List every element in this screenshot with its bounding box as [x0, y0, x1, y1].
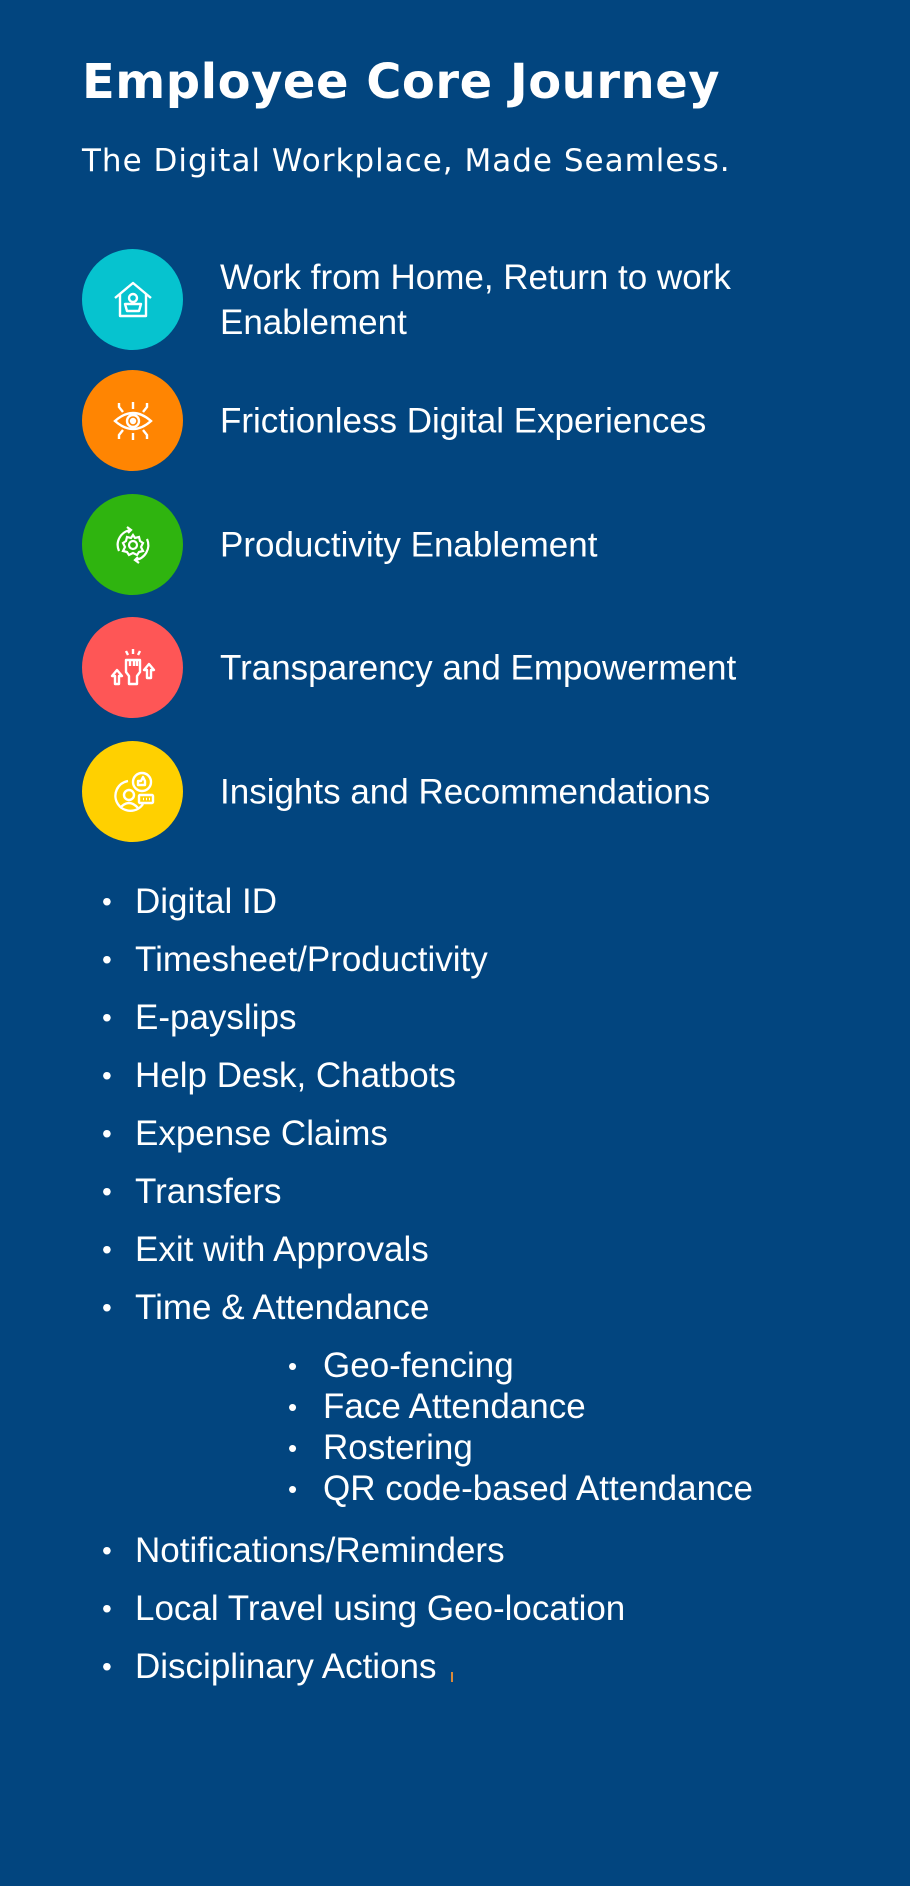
home-worker-icon [82, 249, 183, 350]
text-cursor-artifact [451, 1672, 453, 1682]
bullet-icon: • [102, 944, 112, 975]
list-item: • Exit with Approvals [102, 1230, 429, 1270]
sub-list-item: • Face Attendance [288, 1387, 586, 1427]
list-item-label: Notifications/Reminders [135, 1531, 505, 1570]
list-item: • Transfers [102, 1172, 282, 1212]
feature-item: Work from Home, Return to work Enablemen… [82, 249, 882, 350]
list-item-label: Local Travel using Geo-location [135, 1589, 626, 1628]
raised-fist-icon [82, 617, 183, 718]
sub-list-item: • QR code-based Attendance [288, 1469, 754, 1509]
list-item: • Help Desk, Chatbots [102, 1056, 456, 1096]
list-item: • Disciplinary Actions [102, 1647, 437, 1687]
gear-cycle-icon [82, 494, 183, 595]
bullet-icon: • [288, 1351, 298, 1381]
list-item-label: Disciplinary Actions [135, 1647, 437, 1686]
bullet-icon: • [102, 1118, 112, 1149]
bullet-icon: • [102, 1535, 112, 1566]
bullet-icon: • [102, 886, 112, 917]
list-item-label: QR code-based Attendance [323, 1469, 754, 1508]
page-subtitle: The Digital Workplace, Made Seamless. [82, 143, 731, 179]
feature-item: Insights and Recommendations [82, 741, 882, 842]
list-item: • Notifications/Reminders [102, 1531, 505, 1571]
sub-list-item: • Rostering [288, 1428, 473, 1468]
feature-label: Work from Home, Return to work Enablemen… [220, 257, 731, 342]
page-title: Employee Core Journey [82, 54, 721, 110]
sub-list-item: • Geo-fencing [288, 1346, 514, 1386]
list-item-label: Help Desk, Chatbots [135, 1056, 456, 1095]
bullet-icon: • [102, 1060, 112, 1091]
feature-label: Frictionless Digital Experiences [220, 401, 707, 440]
list-item: • Expense Claims [102, 1114, 388, 1154]
bullet-icon: • [288, 1474, 298, 1504]
feature-label: Insights and Recommendations [220, 772, 711, 811]
list-item-label: Exit with Approvals [135, 1230, 429, 1269]
list-item-label: Transfers [135, 1172, 282, 1211]
feature-item: Frictionless Digital Experiences [82, 370, 882, 471]
bullet-icon: • [288, 1433, 298, 1463]
feature-label: Productivity Enablement [220, 525, 598, 564]
bullet-icon: • [102, 1593, 112, 1624]
list-item: • Time & Attendance [102, 1288, 430, 1328]
bullet-icon: • [102, 1292, 112, 1323]
list-item-label: Rostering [323, 1428, 473, 1467]
bullet-icon: • [102, 1176, 112, 1207]
bullet-icon: • [288, 1392, 298, 1422]
bullet-icon: • [102, 1651, 112, 1682]
list-item: • Local Travel using Geo-location [102, 1589, 626, 1629]
bullet-icon: • [102, 1002, 112, 1033]
list-item-label: E-payslips [135, 998, 297, 1037]
list-item-label: Geo-fencing [323, 1346, 514, 1385]
feature-item: Productivity Enablement [82, 494, 882, 595]
list-item-label: Expense Claims [135, 1114, 388, 1153]
list-item: • Digital ID [102, 882, 277, 922]
bullet-icon: • [102, 1234, 112, 1265]
list-item-label: Time & Attendance [135, 1288, 430, 1327]
user-feedback-icon [82, 741, 183, 842]
list-item: • E-payslips [102, 998, 297, 1038]
list-item: • Timesheet/Productivity [102, 940, 488, 980]
feature-item: Transparency and Empowerment [82, 617, 882, 718]
list-item-label: Face Attendance [323, 1387, 586, 1426]
list-item-label: Digital ID [135, 882, 277, 921]
digital-eye-icon [82, 370, 183, 471]
list-item-label: Timesheet/Productivity [135, 940, 488, 979]
feature-label: Transparency and Empowerment [220, 648, 737, 687]
